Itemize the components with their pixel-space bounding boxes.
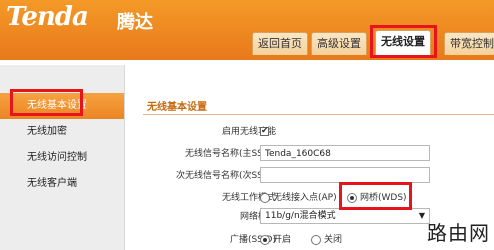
tenda-logo-chinese: 腾达 [117, 12, 153, 33]
ssid2-input[interactable] [260, 167, 430, 183]
tenda-logo: Tenda [6, 2, 89, 32]
mode-option-ap-label: 无线接入点(AP) [273, 193, 337, 203]
sidebar-item-wireless-encryption[interactable]: 无线加密 [0, 119, 124, 145]
watermark: 路由网 [427, 221, 490, 245]
tab-home[interactable]: 返回首页 [252, 32, 308, 55]
mode-option-ap[interactable]: 无线接入点(AP) [260, 188, 337, 208]
radio-broadcast-on[interactable] [260, 234, 270, 245]
network-mode-select[interactable]: 11b/g/n混合模式 ▼ [260, 208, 430, 224]
broadcast-off-option[interactable]: 关闭 [311, 230, 342, 250]
chevron-down-icon: ▼ [418, 211, 425, 220]
enable-wireless-checkbox[interactable]: ✔ [260, 127, 269, 136]
tab-bandwidth[interactable]: 带宽控制 [444, 32, 494, 55]
highlight-box-wireless-tab [370, 25, 437, 58]
highlight-box-wds [339, 182, 412, 210]
broadcast-off-label: 关闭 [324, 235, 343, 245]
row-ssid: 无线信号名称(主SSID) Tenda_160C68 [125, 144, 494, 164]
radio-ap[interactable] [260, 192, 270, 203]
row-ssid2: 次无线信号名称(次SSID) [125, 166, 494, 186]
tab-advanced[interactable]: 高级设置 [311, 32, 367, 55]
row-enable-wireless: 启用无线功能 ✔ [125, 122, 494, 142]
highlight-box-sidebar [10, 89, 83, 116]
broadcast-on-option[interactable]: 开启 [260, 230, 291, 250]
radio-broadcast-off[interactable] [311, 234, 321, 245]
section-title: 无线基本设置 [147, 102, 207, 113]
sidebar-item-wireless-clients[interactable]: 无线客户端 [0, 171, 124, 197]
section-divider [143, 114, 494, 115]
network-mode-value: 11b/g/n混合模式 [265, 211, 336, 221]
ssid-input[interactable]: Tenda_160C68 [260, 145, 430, 161]
sidebar-item-access-control[interactable]: 无线访问控制 [0, 145, 124, 171]
row-wireless-mode: 无线工作模式 无线接入点(AP) 网桥(WDS) [125, 188, 494, 208]
broadcast-on-label: 开启 [273, 235, 292, 245]
